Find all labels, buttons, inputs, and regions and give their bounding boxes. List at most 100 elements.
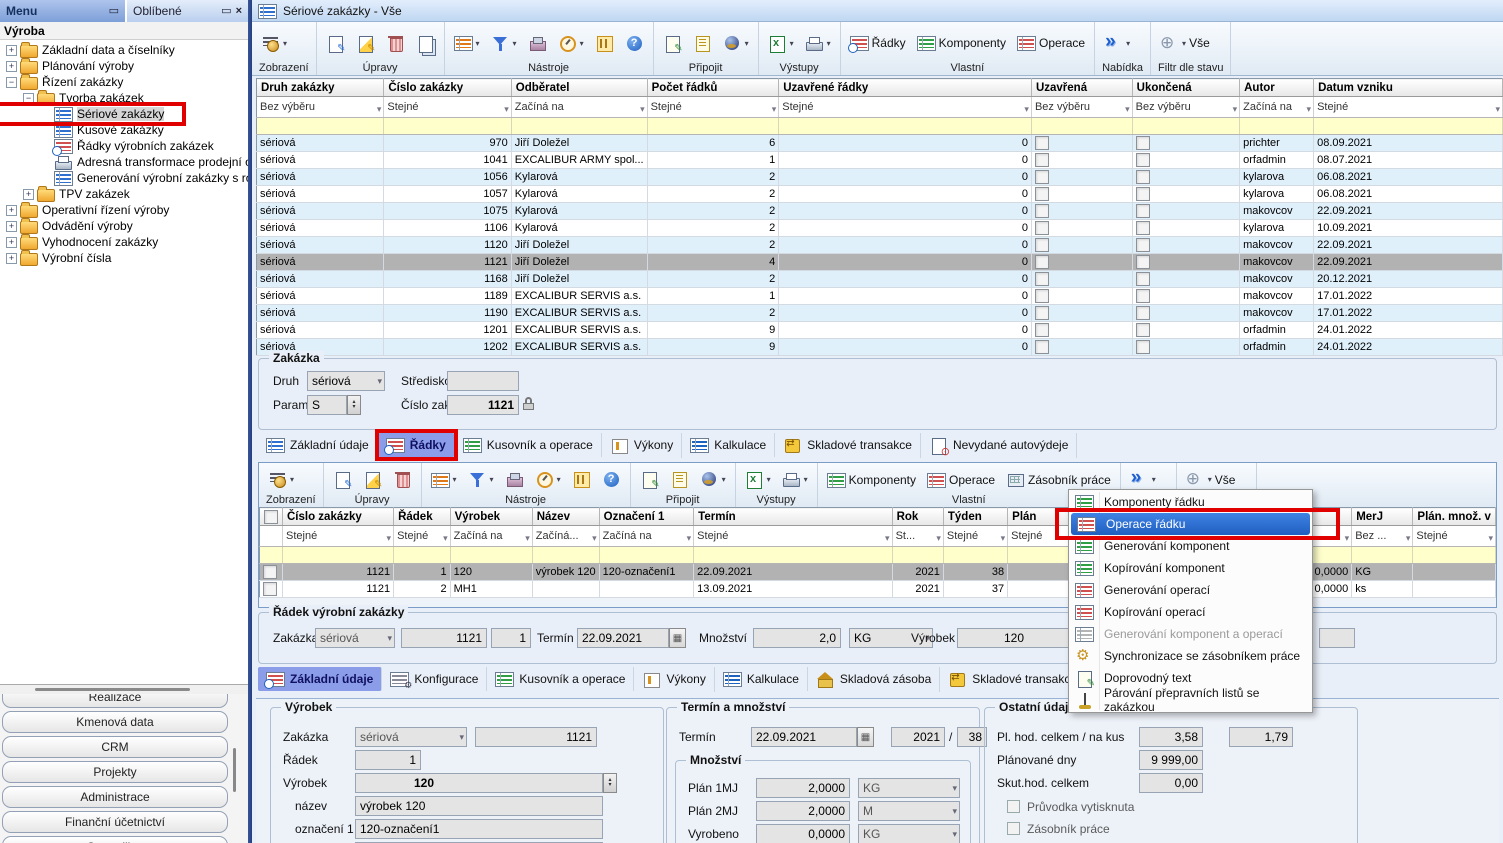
- tab-konfigurace[interactable]: Konfigurace: [382, 667, 487, 691]
- upravit-button[interactable]: [354, 34, 377, 53]
- extra-field[interactable]: [1319, 628, 1355, 648]
- search-cell[interactable]: [1240, 118, 1314, 135]
- planovani-button[interactable]: ▾: [533, 470, 563, 489]
- checkbox[interactable]: [1136, 272, 1150, 286]
- stredisko-field[interactable]: [447, 371, 519, 391]
- tree-item-operativni-rizeni-vyroby[interactable]: +Operativní řízení výroby: [0, 202, 169, 218]
- nabidka-button[interactable]: ▾: [1102, 34, 1132, 53]
- smazat-button[interactable]: [384, 34, 407, 53]
- tree-expander-icon[interactable]: +: [6, 45, 17, 56]
- dropdown-arrow-icon[interactable]: ▾: [490, 475, 494, 484]
- splitter-grip-icon[interactable]: [35, 688, 190, 691]
- column-header-autor[interactable]: Autor: [1240, 79, 1314, 97]
- tree-expander-icon[interactable]: +: [23, 189, 34, 200]
- filter-cell[interactable]: Stejné▾: [1314, 97, 1503, 118]
- radek-field[interactable]: 1: [355, 750, 421, 770]
- nastroje-grid-button[interactable]: ▾: [429, 471, 459, 489]
- dropdown-arrow-icon[interactable]: ▾: [1126, 39, 1130, 48]
- minimize-icon[interactable]: ▭: [221, 6, 231, 17]
- table-row[interactable]: sériová1120Jiří Doležel20makovcov22.09.2…: [257, 237, 1503, 254]
- column-header-select[interactable]: [260, 508, 283, 526]
- operace-button[interactable]: Operace: [1015, 34, 1087, 52]
- dropdown-arrow-icon[interactable]: ▾: [557, 475, 561, 484]
- mnozstvi-field[interactable]: 2,0: [753, 628, 841, 648]
- filter-dropdown-icon[interactable]: ▾: [504, 101, 509, 117]
- checkbox[interactable]: [1136, 238, 1150, 252]
- dropdown-arrow-icon[interactable]: ▾: [476, 39, 480, 48]
- nastroje-grid-button[interactable]: ▾: [452, 34, 482, 52]
- checkbox[interactable]: [1035, 238, 1049, 252]
- dropdown-arrow-icon[interactable]: ▾: [290, 475, 294, 484]
- napoveda-button[interactable]: [600, 470, 623, 489]
- checkbox[interactable]: [1136, 255, 1150, 269]
- filter-dropdown-icon[interactable]: ▾: [936, 530, 941, 546]
- vyrobek-spinner[interactable]: ▴▾: [603, 773, 617, 793]
- column-header-plan-mnoz-v[interactable]: Plán. množ. v: [1413, 508, 1496, 526]
- checkbox[interactable]: [264, 510, 278, 524]
- dropdown-arrow-icon[interactable]: ▾: [790, 39, 794, 48]
- checkbox[interactable]: [1136, 204, 1150, 218]
- column-header-uzavrene-radky[interactable]: Uzavřené řádky: [779, 79, 1032, 97]
- plan2-unit-combo[interactable]: M▾: [858, 801, 960, 821]
- checkbox[interactable]: [1136, 306, 1150, 320]
- filter-cell[interactable]: Stejné▾: [694, 526, 892, 547]
- filter-dropdown-icon[interactable]: ▾: [1307, 101, 1312, 117]
- checkbox[interactable]: [1136, 221, 1150, 235]
- checkbox[interactable]: [1035, 204, 1049, 218]
- checkbox[interactable]: [1136, 289, 1150, 303]
- zobrazeni-button[interactable]: ▾: [259, 34, 289, 53]
- seznam-button[interactable]: [668, 470, 691, 489]
- tab-skladova-zasoba[interactable]: Skladová zásoba: [808, 667, 940, 692]
- search-cell[interactable]: [511, 118, 647, 135]
- menu-item-generovani-operaci[interactable]: Generování operací: [1069, 579, 1312, 601]
- tree-item-vyrobni-cisla[interactable]: +Výrobní čísla: [0, 250, 111, 266]
- komponenty-button[interactable]: Komponenty: [825, 471, 918, 489]
- search-cell[interactable]: [892, 547, 943, 564]
- dropdown-arrow-icon[interactable]: ▾: [722, 475, 726, 484]
- checkbox[interactable]: [1035, 272, 1049, 286]
- dropdown-arrow-icon[interactable]: ▾: [745, 39, 749, 48]
- column-header-ukoncena[interactable]: Ukončená: [1132, 79, 1239, 97]
- menu-item-synchronizace-se-zasobnikem-prace[interactable]: Synchronizace se zásobníkem práce: [1069, 645, 1312, 667]
- tree-item-tpv-zakazek[interactable]: +TPV zakázek: [0, 186, 130, 202]
- filter-cell[interactable]: Stejné▾: [943, 526, 1007, 547]
- checkbox[interactable]: [1035, 289, 1049, 303]
- column-header-cislo-zakazky[interactable]: Číslo zakázky: [384, 79, 511, 97]
- search-cell[interactable]: [1031, 118, 1132, 135]
- table-row[interactable]: sériová1202EXCALIBUR SERVIS a.s.90orfadm…: [257, 339, 1503, 356]
- filtr-button[interactable]: ▾: [489, 34, 519, 53]
- column-header-uzavrena[interactable]: Uzavřená: [1031, 79, 1132, 97]
- filter-dropdown-icon[interactable]: ▾: [1495, 101, 1500, 117]
- novy-button[interactable]: [324, 34, 347, 53]
- filtr-button[interactable]: ▾: [466, 470, 496, 489]
- chevron-down-icon[interactable]: ▾: [387, 633, 392, 644]
- export-excel-button[interactable]: ▾: [743, 470, 773, 489]
- search-cell[interactable]: [647, 118, 779, 135]
- column-header-vyrobek[interactable]: Výrobek: [450, 508, 532, 526]
- search-cell[interactable]: [1352, 547, 1413, 564]
- filter-cell[interactable]: St...▾: [892, 526, 943, 547]
- filter-cell[interactable]: Bez ...▾: [1352, 526, 1413, 547]
- column-header-radek[interactable]: Řádek: [394, 508, 451, 526]
- checkbox[interactable]: [1035, 170, 1049, 184]
- tab-zakladni-udaje[interactable]: Základní údaje: [258, 667, 382, 691]
- tree-item-tvorba-zakazek[interactable]: −Tvorba zakázek: [0, 90, 144, 106]
- chevron-down-icon[interactable]: ▾: [952, 829, 957, 840]
- table-row[interactable]: sériová1189EXCALIBUR SERVIS a.s.10makovc…: [257, 288, 1503, 305]
- tree-item-kusove-zakazky[interactable]: Kusové zakázky: [0, 122, 164, 138]
- checkbox[interactable]: [1136, 136, 1150, 150]
- table-row[interactable]: sériová1168Jiří Doležel20makovcov20.12.2…: [257, 271, 1503, 288]
- filter-dropdown-icon[interactable]: ▾: [1024, 101, 1029, 117]
- upravit-button[interactable]: [361, 470, 384, 489]
- checkbox[interactable]: [1035, 306, 1049, 320]
- tree-item-zakladni-data-a-ciselniky[interactable]: +Základní data a číselníky: [0, 42, 175, 58]
- search-cell[interactable]: [1413, 547, 1496, 564]
- checkbox[interactable]: [1035, 255, 1049, 269]
- rok-field[interactable]: 2021: [891, 727, 945, 747]
- search-cell[interactable]: [599, 547, 694, 564]
- chevron-down-icon[interactable]: ▾: [952, 783, 957, 794]
- column-header-odberatel[interactable]: Odběratel: [511, 79, 647, 97]
- checkbox[interactable]: [1035, 136, 1049, 150]
- skuthod-field[interactable]: 0,00: [1139, 773, 1203, 793]
- menu-item-komponenty-radku[interactable]: Komponenty řádku: [1069, 491, 1312, 513]
